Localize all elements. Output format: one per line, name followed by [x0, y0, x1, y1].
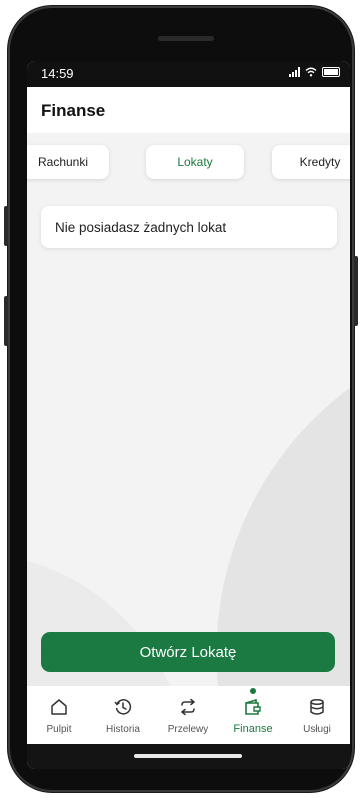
status-icons [289, 67, 340, 77]
status-time: 14:59 [41, 66, 74, 81]
database-icon [310, 698, 324, 715]
signal-icon [289, 67, 300, 77]
app-header: Finanse [27, 87, 350, 134]
tab-lokaty[interactable]: Lokaty [146, 145, 244, 179]
transfer-icon [180, 698, 196, 716]
tab-bar: Rachunki Lokaty Kredyty [27, 145, 350, 181]
open-deposit-button[interactable]: Otwórz Lokatę [41, 632, 335, 672]
phone-frame: 14:59 Finanse Rachunki Lokaty Kredyty Ni… [4, 6, 358, 792]
system-nav-area [27, 744, 350, 769]
app-screen: 14:59 Finanse Rachunki Lokaty Kredyty Ni… [27, 61, 350, 769]
history-icon [114, 699, 132, 715]
nav-label-finanse: Finanse [233, 723, 273, 735]
volume-button [4, 206, 8, 246]
wallet-icon [245, 698, 261, 715]
nav-item-pulpit[interactable]: Pulpit [27, 686, 91, 744]
nav-item-finanse[interactable]: Finanse [221, 686, 285, 744]
tab-kredyty[interactable]: Kredyty [272, 145, 350, 179]
status-bar: 14:59 [27, 61, 350, 87]
nav-label-przelewy: Przelewy [167, 724, 209, 735]
nav-label-uslugi: Usługi [303, 724, 331, 735]
open-deposit-label: Otwórz Lokatę [139, 643, 237, 661]
active-indicator-dot [250, 688, 256, 694]
empty-state-card: Nie posiadasz żadnych lokat [41, 206, 337, 248]
nav-item-uslugi[interactable]: Usługi [285, 686, 349, 744]
tab-rachunki[interactable]: Rachunki [27, 145, 109, 179]
speaker-grille [158, 36, 214, 41]
page-title: Finanse [41, 101, 106, 120]
wifi-icon [305, 67, 317, 77]
nav-label-historia: Historia [106, 724, 140, 735]
nav-item-historia[interactable]: Historia [91, 686, 155, 744]
home-indicator[interactable] [134, 754, 242, 758]
battery-icon [322, 67, 340, 77]
bottom-nav: Pulpit Historia Przelewy Finanse Usługi [27, 686, 350, 744]
nav-label-pulpit: Pulpit [46, 724, 72, 735]
home-icon [51, 699, 67, 715]
nav-item-przelewy[interactable]: Przelewy [156, 686, 220, 744]
empty-state-message: Nie posiadasz żadnych lokat [55, 219, 227, 235]
volume-button-down [4, 296, 8, 346]
